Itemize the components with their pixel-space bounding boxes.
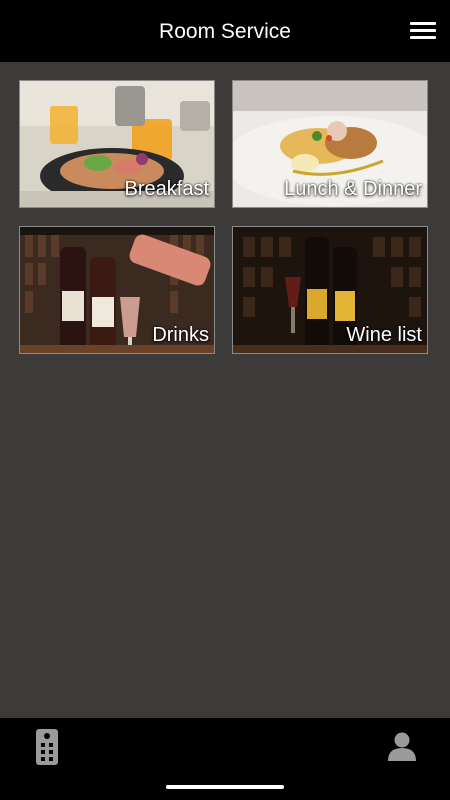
home-indicator — [166, 785, 284, 789]
hamburger-menu-icon[interactable] — [410, 20, 436, 40]
page-title: Room Service — [159, 20, 291, 43]
tile-label: Drinks — [152, 324, 209, 346]
user-profile-icon[interactable] — [387, 731, 417, 761]
tile-label: Wine list — [346, 324, 422, 346]
tile-label: Breakfast — [124, 178, 209, 200]
top-app-bar: Room Service — [0, 0, 450, 62]
menu-tile-wine-list[interactable]: Wine list — [232, 226, 428, 354]
menu-tile-breakfast[interactable]: Breakfast — [19, 80, 215, 208]
menu-tile-lunch-dinner[interactable]: Lunch & Dinner — [232, 80, 428, 208]
remote-control-icon[interactable] — [36, 729, 58, 765]
tile-label: Lunch & Dinner — [284, 178, 422, 200]
menu-tile-drinks[interactable]: Drinks — [19, 226, 215, 354]
